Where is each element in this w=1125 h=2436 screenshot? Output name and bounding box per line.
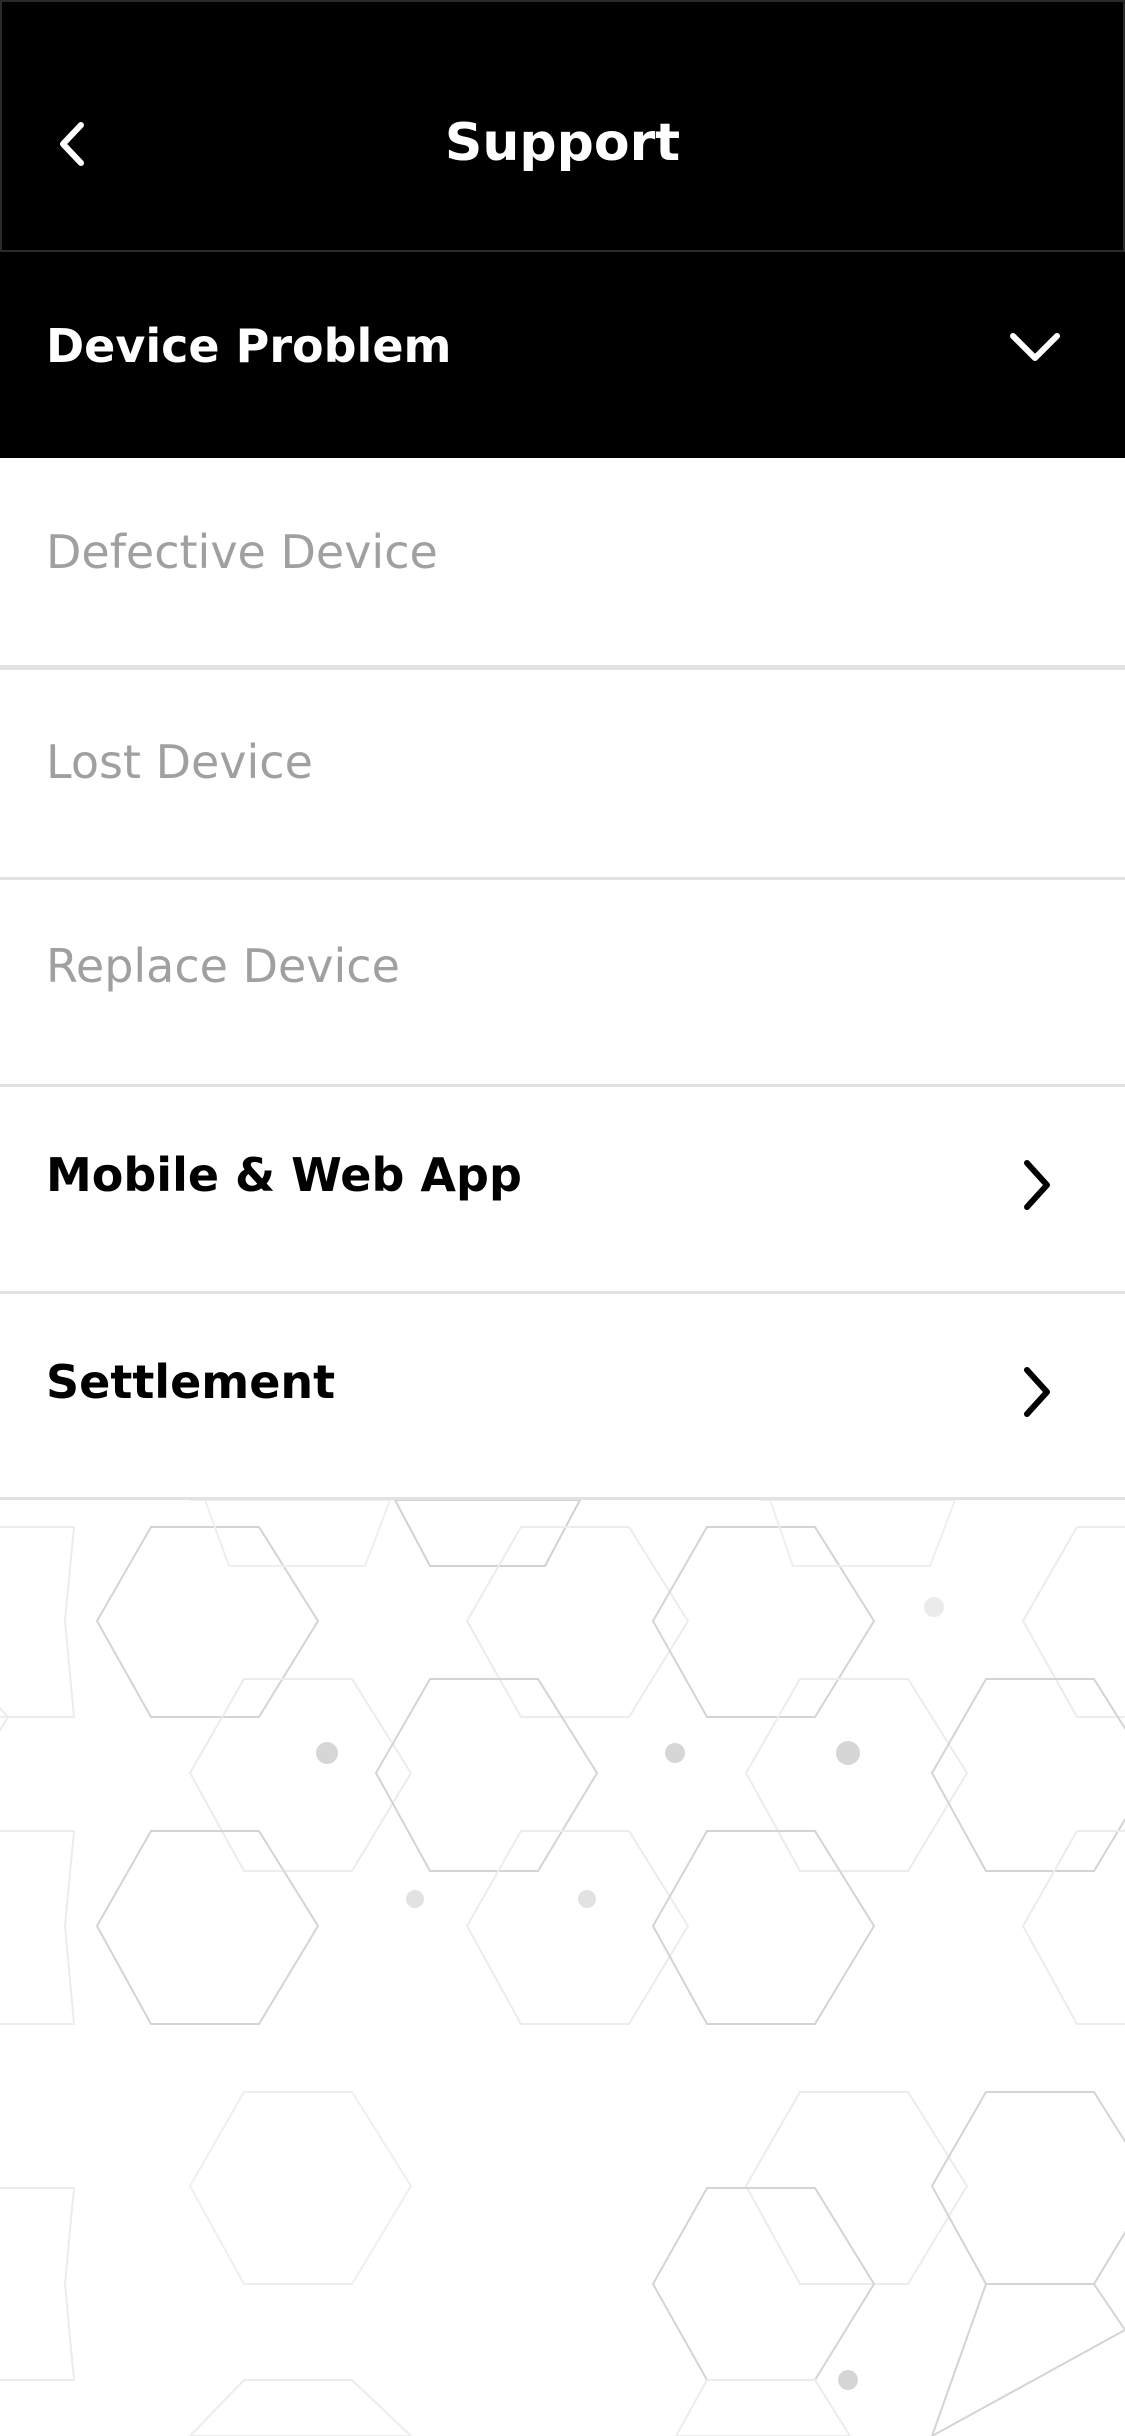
page-title: Support xyxy=(444,113,681,173)
category-label: Device Problem xyxy=(46,319,452,373)
menu-item-mobile-web-app[interactable]: Mobile & Web App xyxy=(0,1087,1125,1294)
sub-item-lost-device[interactable]: Lost Device xyxy=(0,670,1125,880)
menu-item-label: Settlement xyxy=(46,1355,336,1409)
hexagon-background-pattern xyxy=(0,1500,1125,2436)
chevron-down-icon xyxy=(1010,333,1060,361)
header-bar: Support xyxy=(0,0,1125,252)
chevron-right-icon xyxy=(1024,1367,1050,1417)
sub-item-label: Defective Device xyxy=(46,525,438,579)
sub-item-defective-device[interactable]: Defective Device xyxy=(0,458,1125,670)
sub-item-label: Replace Device xyxy=(46,939,400,993)
sub-item-label: Lost Device xyxy=(46,735,313,789)
menu-item-settlement[interactable]: Settlement xyxy=(0,1294,1125,1500)
category-device-problem[interactable]: Device Problem xyxy=(0,252,1125,458)
chevron-right-icon xyxy=(1024,1160,1050,1210)
menu-item-label: Mobile & Web App xyxy=(46,1148,522,1202)
sub-item-replace-device[interactable]: Replace Device xyxy=(0,880,1125,1087)
